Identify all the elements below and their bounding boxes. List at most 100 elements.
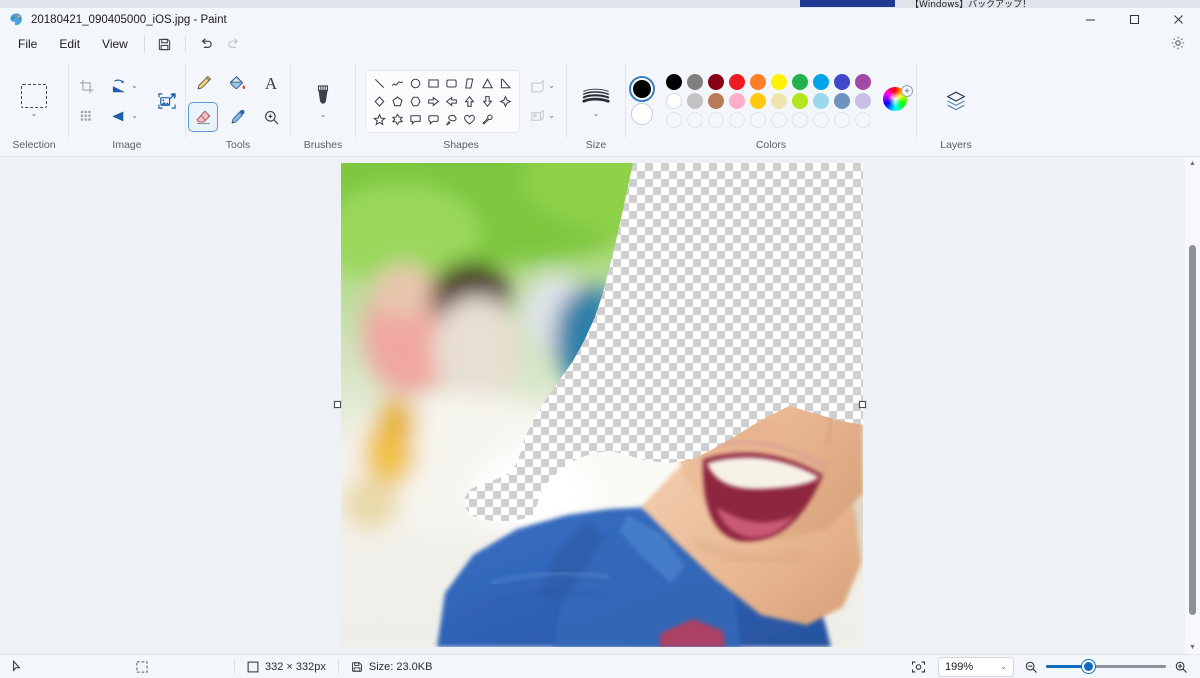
shape-triangle[interactable]: [479, 75, 496, 92]
gear-icon[interactable]: [1164, 32, 1192, 54]
shape-right-arrow[interactable]: [425, 93, 442, 110]
shape-rectangle[interactable]: [425, 75, 442, 92]
palette-color-ed1c24[interactable]: [728, 74, 745, 90]
palette-color-a349a4[interactable]: [854, 74, 871, 90]
shape-six-point-star[interactable]: [389, 111, 406, 128]
menu-view[interactable]: View: [92, 34, 138, 54]
undo-icon[interactable]: [192, 33, 220, 55]
photo-canvas[interactable]: [341, 163, 863, 647]
shape-lightning[interactable]: [479, 111, 496, 128]
palette-color-000000[interactable]: [665, 74, 682, 90]
palette-color-ffaec9[interactable]: [728, 93, 745, 109]
shape-rounded-rectangle[interactable]: [443, 75, 460, 92]
palette-color-3f48cc[interactable]: [833, 74, 850, 90]
palette-empty-slot-6[interactable]: [770, 112, 787, 128]
rotate-button[interactable]: ⌄: [103, 71, 145, 101]
shape-line[interactable]: [371, 75, 388, 92]
palette-color-880015[interactable]: [707, 74, 724, 90]
shape-right-triangle[interactable]: [461, 75, 478, 92]
palette-empty-slot-9[interactable]: [833, 112, 850, 128]
palette-empty-slot-3[interactable]: [707, 112, 724, 128]
text-tool[interactable]: A: [256, 68, 286, 98]
palette-empty-slot-5[interactable]: [749, 112, 766, 128]
magnifier-tool[interactable]: [256, 102, 286, 132]
primary-color-swatch[interactable]: [629, 75, 655, 102]
palette-empty-slot-7[interactable]: [791, 112, 808, 128]
chevron-down-icon[interactable]: ⌄: [593, 109, 600, 118]
palette-color-22b14c[interactable]: [791, 74, 808, 90]
shape-down-arrow[interactable]: [479, 93, 496, 110]
palette-color-efe4b0[interactable]: [770, 93, 787, 109]
palette-empty-slot-2[interactable]: [686, 112, 703, 128]
scroll-up-arrow[interactable]: ▲: [1189, 157, 1196, 170]
save-icon[interactable]: [151, 33, 179, 55]
palette-empty-slot-1[interactable]: [665, 112, 682, 128]
close-button[interactable]: [1156, 8, 1200, 31]
palette-color-99d9ea[interactable]: [812, 93, 829, 109]
shape-up-arrow[interactable]: [461, 93, 478, 110]
handle-left-middle[interactable]: [334, 401, 341, 408]
chevron-down-icon[interactable]: ⌄: [31, 110, 38, 118]
shape-curve[interactable]: [389, 75, 406, 92]
palette-color-b5e61d[interactable]: [791, 93, 808, 109]
chevron-down-icon[interactable]: ⌄: [131, 112, 138, 120]
secondary-color-swatch[interactable]: [631, 102, 653, 125]
minimize-button[interactable]: [1068, 8, 1112, 31]
image-resize-button[interactable]: [149, 86, 185, 116]
zoom-out-button[interactable]: [1014, 655, 1046, 678]
layers-button[interactable]: [939, 84, 973, 118]
selection-tool-button[interactable]: ⌄: [21, 84, 47, 118]
menu-file[interactable]: File: [8, 34, 47, 54]
zoom-slider[interactable]: [1046, 657, 1166, 677]
chevron-down-icon[interactable]: ⌄: [320, 111, 327, 119]
palette-color-7092be[interactable]: [833, 93, 850, 109]
palette-color-00a2e8[interactable]: [812, 74, 829, 90]
shape-rectangular-callout[interactable]: [407, 111, 424, 128]
chevron-down-icon[interactable]: ⌄: [1000, 662, 1007, 671]
palette-empty-slot-10[interactable]: [854, 112, 871, 128]
fit-to-window-button[interactable]: [899, 655, 938, 678]
color-wheel-picker[interactable]: +: [883, 85, 913, 115]
vertical-scrollbar[interactable]: ▲ ▼: [1185, 157, 1200, 654]
scrollbar-thumb[interactable]: [1189, 245, 1196, 615]
zoom-slider-knob[interactable]: [1082, 660, 1095, 673]
shape-rounded-callout[interactable]: [425, 111, 442, 128]
shape-pentagon[interactable]: [389, 93, 406, 110]
palette-empty-slot-4[interactable]: [728, 112, 745, 128]
palette-color-c8bfe7[interactable]: [854, 93, 871, 109]
flip-button[interactable]: ⌄: [103, 101, 145, 131]
eraser-tool[interactable]: [188, 102, 218, 132]
shape-diagonal-triangle[interactable]: [497, 75, 514, 92]
palette-color-ffffff[interactable]: [665, 93, 682, 109]
shape-oval[interactable]: [407, 75, 424, 92]
menu-edit[interactable]: Edit: [49, 34, 90, 54]
resize-skew-button[interactable]: [69, 101, 103, 131]
palette-color-ff7f27[interactable]: [749, 74, 766, 90]
add-color-badge[interactable]: +: [901, 85, 913, 97]
scroll-down-arrow[interactable]: ▼: [1189, 641, 1196, 654]
shape-hexagon[interactable]: [407, 93, 424, 110]
chevron-down-icon[interactable]: ⌄: [131, 82, 138, 90]
shape-left-arrow[interactable]: [443, 93, 460, 110]
zoom-in-button[interactable]: [1166, 655, 1200, 678]
fill-tool[interactable]: [222, 68, 252, 98]
palette-color-ffc90e[interactable]: [749, 93, 766, 109]
shape-diamond[interactable]: [371, 93, 388, 110]
palette-color-c3c3c3[interactable]: [686, 93, 703, 109]
shape-heart[interactable]: [461, 111, 478, 128]
color-picker-tool[interactable]: [222, 102, 252, 132]
maximize-button[interactable]: [1112, 8, 1156, 31]
size-button[interactable]: ⌄: [581, 85, 611, 118]
canvas-area[interactable]: ▲ ▼: [0, 157, 1200, 654]
pencil-tool[interactable]: [188, 68, 218, 98]
palette-color-fff200[interactable]: [770, 74, 787, 90]
crop-button[interactable]: [69, 71, 103, 101]
handle-right-middle[interactable]: [859, 401, 866, 408]
color-palette[interactable]: [663, 73, 873, 130]
brushes-button[interactable]: ⌄: [312, 83, 334, 119]
palette-empty-slot-8[interactable]: [812, 112, 829, 128]
shape-cloud-callout[interactable]: [443, 111, 460, 128]
palette-color-b97a57[interactable]: [707, 93, 724, 109]
shape-five-point-star[interactable]: [371, 111, 388, 128]
shape-four-point-star[interactable]: [497, 93, 514, 110]
